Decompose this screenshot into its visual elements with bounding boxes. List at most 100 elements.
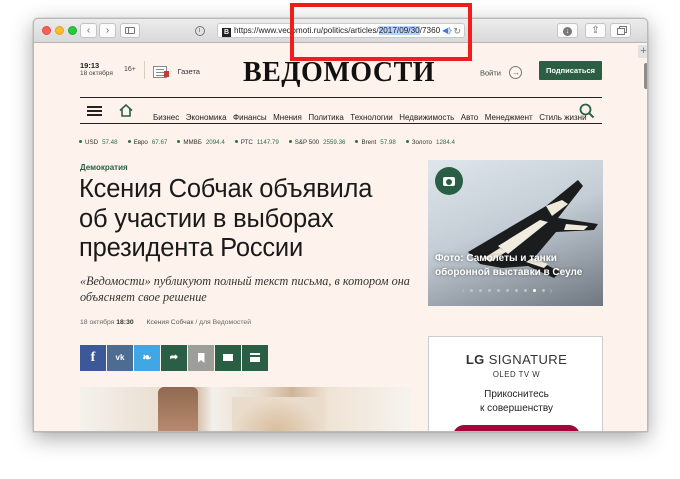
home-button[interactable] bbox=[119, 103, 135, 118]
login-label: Войти bbox=[480, 68, 501, 78]
nav-top-rule bbox=[80, 97, 602, 98]
lg-advertisement[interactable]: LG SIGNATURE OLED TV W Прикоснитесь к со… bbox=[428, 336, 603, 431]
nav-item[interactable]: Мнения bbox=[273, 113, 302, 122]
print-button[interactable] bbox=[242, 345, 268, 371]
gallery-dot[interactable] bbox=[541, 289, 545, 292]
nav-item[interactable]: Авто bbox=[461, 113, 478, 122]
ticker-item[interactable]: Brent 57.98 bbox=[355, 139, 396, 146]
share-vk-button[interactable]: vk bbox=[107, 345, 133, 371]
market-ticker: USD 57.48 Евро 67.67 ММВБ 2094.4 РТС 1147.79 S&P… bbox=[79, 131, 465, 149]
ticker-item[interactable]: РТС 1147.79 bbox=[234, 139, 279, 146]
ticker-bullet-icon bbox=[405, 140, 409, 143]
page-scrollbar[interactable] bbox=[642, 51, 647, 431]
ticker-name: Brent bbox=[361, 139, 377, 146]
nav-item[interactable]: Недвижимость bbox=[399, 113, 454, 122]
ticker-bullet-icon bbox=[288, 140, 292, 143]
hamburger-icon bbox=[87, 106, 102, 108]
menu-button[interactable] bbox=[87, 106, 102, 116]
article-hero-image bbox=[80, 387, 411, 431]
gallery-dot-active[interactable] bbox=[532, 289, 536, 292]
close-window-button[interactable] bbox=[42, 26, 51, 35]
gallery-dot[interactable] bbox=[514, 289, 518, 292]
article-author[interactable]: Ксения Собчак bbox=[147, 319, 194, 326]
ticker-item[interactable]: Золото 1284.4 bbox=[405, 139, 455, 146]
nav-item[interactable]: Политика bbox=[308, 113, 343, 122]
share-facebook-button[interactable]: f bbox=[80, 345, 106, 371]
share-button[interactable]: ⇪ bbox=[585, 23, 606, 38]
ticker-value: 1147.79 bbox=[256, 139, 279, 146]
ad-line-1: Прикоснитесь bbox=[484, 389, 549, 400]
ticker-item[interactable]: Евро 67.67 bbox=[127, 139, 168, 146]
nav-item[interactable]: Бизнес bbox=[153, 113, 179, 122]
sidebar-button[interactable] bbox=[120, 23, 140, 38]
vk-icon: vk bbox=[115, 353, 125, 362]
twitter-icon: ❧ bbox=[142, 352, 152, 364]
nav-item[interactable]: Менеджмент bbox=[485, 113, 533, 122]
ticker-item[interactable]: ММВБ 2094.4 bbox=[177, 139, 225, 146]
ticker-item[interactable]: USD 57.48 bbox=[79, 139, 118, 146]
gallery-prev-icon[interactable]: ‹ bbox=[462, 286, 465, 295]
ticker-name: Золото bbox=[411, 139, 432, 146]
chevron-right-icon: › bbox=[105, 25, 110, 36]
gallery-dot[interactable] bbox=[478, 289, 482, 292]
forward-arrow-icon: ➦ bbox=[169, 352, 179, 363]
zoom-window-button[interactable] bbox=[68, 26, 77, 35]
ticker-value: 2559.36 bbox=[323, 139, 346, 146]
age-rating-divider bbox=[144, 61, 145, 79]
share-twitter-button[interactable]: ❧ bbox=[134, 345, 160, 371]
ticker-name: Евро bbox=[133, 139, 148, 146]
article-meta: 18 октября 18:30 Ксения Собчак / для Вед… bbox=[80, 319, 251, 326]
gallery-dot[interactable] bbox=[505, 289, 509, 292]
gallery-dot[interactable] bbox=[487, 289, 491, 292]
nav-item[interactable]: Технологии bbox=[350, 113, 392, 122]
gallery-dot[interactable] bbox=[469, 289, 473, 292]
camera-badge bbox=[435, 167, 463, 195]
gallery-dot[interactable] bbox=[523, 289, 527, 292]
reader-info-button[interactable]: i bbox=[192, 23, 207, 38]
comments-button[interactable] bbox=[215, 345, 241, 371]
ticker-value: 1284.4 bbox=[436, 139, 455, 146]
ad-product-name: OLED TV bbox=[492, 370, 530, 379]
home-icon bbox=[119, 103, 133, 117]
header-date: 18 октября bbox=[80, 70, 113, 77]
info-icon: i bbox=[194, 26, 205, 36]
scrollbar-thumb[interactable] bbox=[644, 63, 647, 89]
tabs-button[interactable] bbox=[610, 23, 631, 38]
ticker-name: РТС bbox=[240, 139, 253, 146]
gallery-pager: ‹ › bbox=[462, 286, 552, 295]
ad-brand-lg: LG bbox=[465, 352, 485, 367]
article-date: 18 октября bbox=[80, 319, 115, 326]
ad-brand: LG SIGNATURE bbox=[429, 352, 602, 367]
gallery-next-icon[interactable]: › bbox=[550, 286, 553, 295]
nav-item[interactable]: Финансы bbox=[233, 113, 267, 122]
gallery-dot[interactable] bbox=[496, 289, 500, 292]
forward-button[interactable]: › bbox=[99, 23, 116, 38]
nav-item[interactable]: Экономика bbox=[186, 113, 227, 122]
chevron-left-icon: ‹ bbox=[86, 25, 91, 36]
bookmark-icon bbox=[197, 353, 205, 363]
newspaper-label: Газета bbox=[177, 67, 200, 77]
ad-product: OLED TV W bbox=[429, 370, 602, 379]
facebook-icon: f bbox=[90, 350, 96, 365]
ticker-value: 57.48 bbox=[102, 139, 118, 146]
photo-gallery-widget[interactable]: Фото: Самолеты и танки оборонной выставк… bbox=[428, 160, 603, 306]
hero-figure-2 bbox=[232, 397, 322, 431]
subscribe-button[interactable]: Подписаться bbox=[539, 61, 602, 80]
minimize-window-button[interactable] bbox=[55, 26, 64, 35]
bookmark-button[interactable] bbox=[188, 345, 214, 371]
share-forward-button[interactable]: ➦ bbox=[161, 345, 187, 371]
search-button[interactable] bbox=[579, 103, 595, 119]
back-button[interactable]: ‹ bbox=[80, 23, 97, 38]
downloads-button[interactable]: ↓ bbox=[557, 23, 578, 38]
article-rubric[interactable]: Демократия bbox=[80, 163, 128, 172]
ad-cta-button[interactable] bbox=[453, 425, 580, 431]
ticker-value: 67.67 bbox=[151, 139, 168, 146]
ticker-item[interactable]: S&P 500 2559.36 bbox=[288, 139, 346, 146]
photo-caption: Фото: Самолеты и танки оборонной выставк… bbox=[435, 252, 600, 279]
article-title: Ксения Собчак объявила об участии в выбо… bbox=[79, 175, 373, 262]
site-logo[interactable]: ВЕДОМОСТИ bbox=[236, 57, 442, 89]
newspaper-link[interactable]: Газета bbox=[153, 63, 200, 78]
ticker-bullet-icon bbox=[79, 140, 82, 143]
article-author-suffix: / для Ведомостей bbox=[193, 319, 251, 326]
login-link[interactable]: Войти → bbox=[480, 64, 523, 82]
